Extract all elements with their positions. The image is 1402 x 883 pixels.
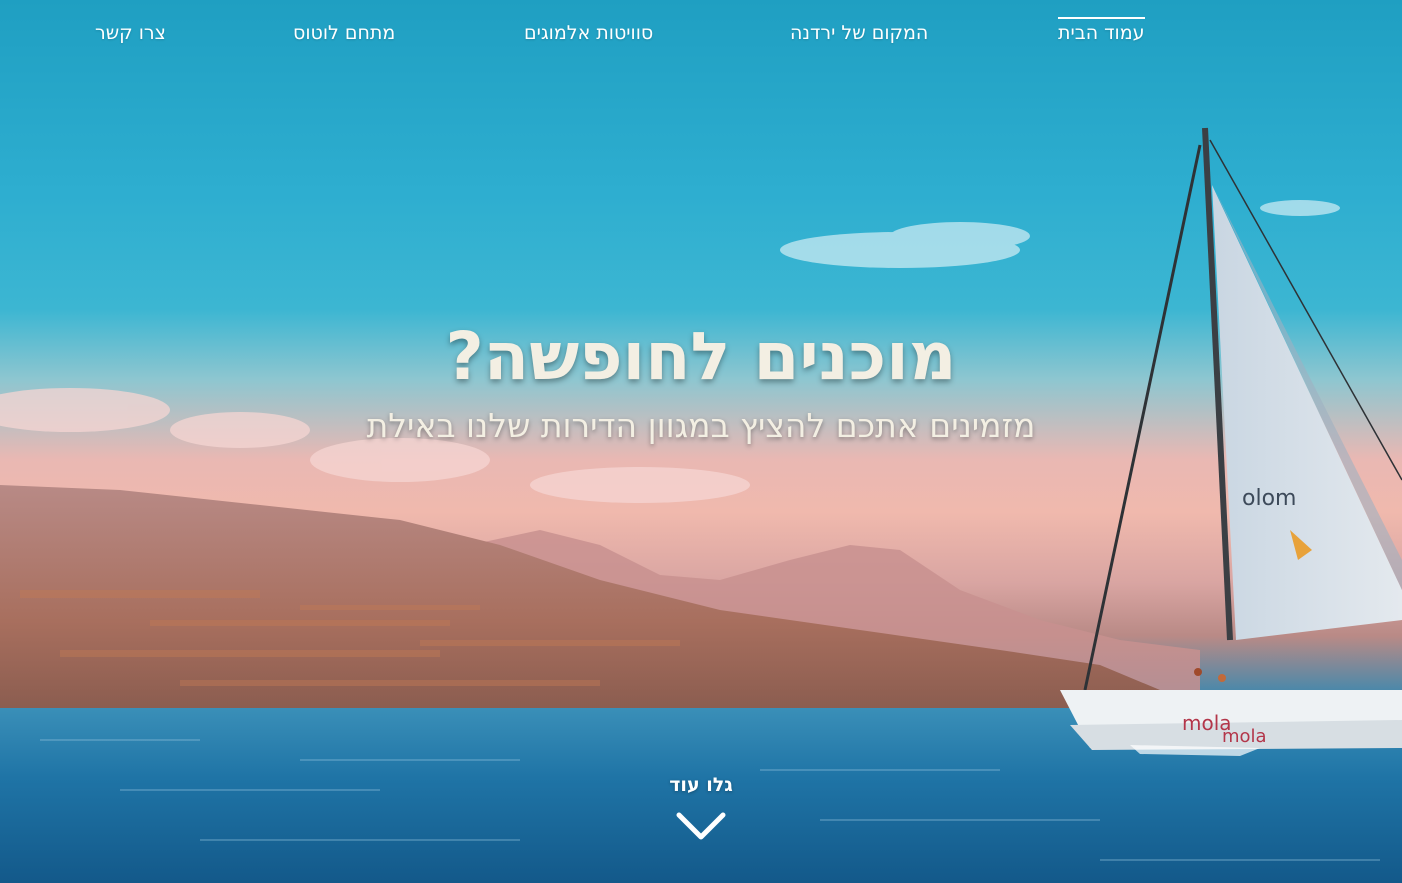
chevron-down-icon[interactable]	[676, 812, 726, 840]
nav-item-yardenas-place[interactable]: המקום של ירדנה	[790, 22, 928, 44]
hero-title: מוכנים לחופשה?	[445, 318, 957, 395]
coastline	[0, 485, 1160, 712]
discover-more-button[interactable]: גלו עוד	[0, 774, 1402, 840]
nav-item-contact[interactable]: צרו קשר	[95, 22, 166, 44]
hero-subtitle: מזמינים אתכם להציץ במגוון הדירות שלנו בא…	[366, 406, 1036, 445]
svg-text:olom: olom	[1242, 486, 1296, 511]
discover-more-label: גלו עוד	[669, 774, 733, 796]
hero-section: olom mola mola עמוד הבית המקום של ירדנה …	[0, 0, 1402, 883]
nav-item-lotus-complex[interactable]: מתחם לוטוס	[293, 22, 395, 44]
svg-text:mola: mola	[1222, 726, 1267, 747]
nav-item-home[interactable]: עמוד הבית	[1058, 17, 1145, 44]
top-navigation: עמוד הבית המקום של ירדנה סוויטות אלמוגים…	[0, 0, 1402, 72]
nav-item-coral-suites[interactable]: סוויטות אלמוגים	[524, 22, 653, 44]
cloud	[780, 200, 1340, 268]
